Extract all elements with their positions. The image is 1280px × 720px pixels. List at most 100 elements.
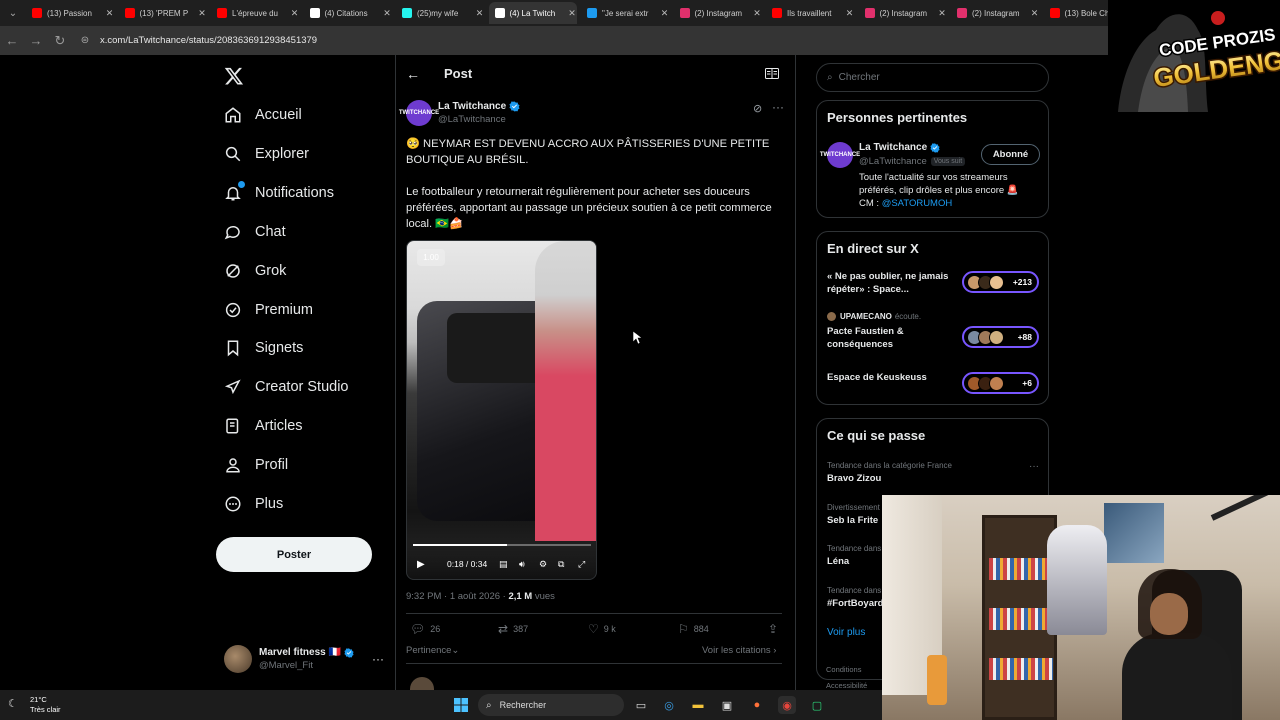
tab-label: (13) Passion: [47, 8, 92, 18]
nav-item-creator-studio[interactable]: Creator Studio: [224, 372, 349, 402]
x-logo-icon[interactable]: [224, 66, 244, 86]
store-icon[interactable]: ▣: [718, 696, 736, 714]
close-icon[interactable]: ✕: [197, 8, 207, 19]
back-arrow-icon[interactable]: ←: [406, 66, 420, 82]
site-info-icon[interactable]: ⊜: [78, 34, 92, 48]
browser-tab[interactable]: (2) Instagram ✕: [674, 2, 763, 24]
play-icon[interactable]: ▶: [417, 559, 425, 570]
post-meta: 9:32 PM · 1 août 2026 · 2,1 M vues: [406, 591, 555, 602]
close-icon[interactable]: ✕: [105, 8, 115, 19]
space-listeners-pill[interactable]: +6: [962, 372, 1039, 394]
repost-button[interactable]: ⇄ 387: [498, 622, 528, 636]
browser-tab[interactable]: (2) Instagram ✕: [951, 2, 1040, 24]
space-item[interactable]: « Ne pas oublier, ne jamais répéter» : S…: [827, 270, 1039, 296]
grok-icon[interactable]: ⊘: [753, 102, 762, 115]
nav-item-plus[interactable]: Plus: [224, 489, 283, 519]
close-icon[interactable]: ✕: [567, 8, 577, 19]
user-name[interactable]: La Twitchance: [859, 142, 927, 153]
trend-item[interactable]: Tendance dans la catégorie France Bravo Z…: [827, 461, 1039, 484]
forward-icon[interactable]: →: [24, 29, 48, 53]
chat-icon: [224, 223, 242, 241]
nav-item-accueil[interactable]: Accueil: [224, 100, 302, 130]
browser-tab[interactable]: (4) Citations ✕: [304, 2, 393, 24]
chrome-icon[interactable]: ◉: [778, 696, 796, 714]
browser-tab[interactable]: (25)my wife ✕: [396, 2, 485, 24]
taskbar-search[interactable]: ⌕ Rechercher: [478, 694, 624, 716]
weather-widget[interactable]: ☾ 21°C Très clair: [8, 695, 61, 715]
playback-speed-badge[interactable]: 1.00: [417, 249, 445, 266]
close-icon[interactable]: ✕: [475, 8, 485, 19]
sort-dropdown[interactable]: Pertinence⌄: [406, 645, 459, 656]
bio-mention-link[interactable]: @SATORUMOH: [882, 198, 953, 209]
moon-icon: ☾: [8, 698, 18, 710]
author-name[interactable]: La Twitchance: [438, 101, 506, 112]
user-handle[interactable]: @LaTwitchance: [859, 156, 927, 167]
close-icon[interactable]: ✕: [937, 8, 947, 19]
task-view-icon[interactable]: ▭: [632, 696, 650, 714]
post-timestamp[interactable]: 9:32 PM · 1 août 2026 ·: [406, 591, 508, 602]
app-icon[interactable]: ▢: [808, 696, 826, 714]
nav-item-notifications[interactable]: Notifications: [224, 178, 334, 208]
nav-item-signets[interactable]: Signets: [224, 333, 303, 363]
cam-shelf: [982, 515, 1057, 720]
nav-item-profil[interactable]: Profil: [224, 450, 288, 480]
bookmark-button[interactable]: ⚐ 884: [678, 622, 709, 636]
more-icon[interactable]: ···: [772, 100, 784, 114]
close-icon[interactable]: ✕: [660, 8, 670, 19]
view-quotes-link[interactable]: Voir les citations ›: [702, 645, 776, 656]
more-icon[interactable]: ···: [372, 652, 384, 666]
browser-tab[interactable]: (4) La Twitch ✕: [488, 2, 577, 24]
close-icon[interactable]: ✕: [290, 8, 300, 19]
close-icon[interactable]: ✕: [382, 8, 392, 19]
fullscreen-icon[interactable]: ⤢: [578, 559, 585, 570]
close-icon[interactable]: ✕: [752, 8, 762, 19]
space-listeners-pill[interactable]: +213: [962, 271, 1039, 293]
nav-item-premium[interactable]: Premium: [224, 295, 313, 325]
author-handle[interactable]: @LaTwitchance: [438, 114, 506, 125]
reply-button[interactable]: 💬︎ 26: [410, 622, 440, 636]
tab-favicon-icon: [309, 8, 320, 18]
search-input[interactable]: ⌕ Chercher: [816, 63, 1049, 92]
video-player[interactable]: 1.00 ▶ 0:18 / 0:34 ▤ 🔊︎ ⚙︎ ⧉ ⤢: [406, 240, 597, 580]
see-more-link[interactable]: Voir plus: [827, 627, 865, 638]
firefox-icon[interactable]: ●: [748, 696, 766, 714]
browser-tab[interactable]: Ils travaillent ✕: [766, 2, 855, 24]
browser-tab[interactable]: L'épreuve du ✕: [211, 2, 300, 24]
edge-icon[interactable]: ◎: [660, 696, 678, 714]
search-icon: ⌕: [486, 699, 492, 711]
nav-item-articles[interactable]: Articles: [224, 411, 303, 441]
browser-tab[interactable]: (13) 'PREM P ✕: [119, 2, 208, 24]
reader-mode-icon[interactable]: [765, 68, 779, 79]
nav-item-grok[interactable]: Grok: [224, 256, 286, 286]
file-explorer-icon[interactable]: ▬: [689, 696, 707, 714]
space-item[interactable]: UPAMECANO écoute. Pacte Faustien & conséqu…: [827, 312, 1039, 351]
settings-icon[interactable]: ⚙︎: [539, 559, 547, 570]
browser-tab[interactable]: (2) Instagram ✕: [859, 2, 948, 24]
pip-icon[interactable]: ⧉: [558, 559, 564, 570]
nav-item-explorer[interactable]: Explorer: [224, 139, 309, 169]
share-button[interactable]: ⇪: [768, 622, 783, 636]
footer-link[interactable]: Conditions: [826, 662, 867, 678]
start-icon[interactable]: [452, 696, 470, 714]
close-icon[interactable]: ✕: [1030, 8, 1040, 19]
captions-icon[interactable]: ▤: [499, 559, 508, 570]
tab-list-icon[interactable]: ⌄: [4, 4, 22, 22]
browser-tab[interactable]: (13) Passion ✕: [26, 2, 115, 24]
close-icon[interactable]: ✕: [845, 8, 855, 19]
space-item[interactable]: Espace de Keuskeuss +6: [827, 371, 1039, 394]
follow-button[interactable]: Abonné: [981, 144, 1040, 165]
back-icon[interactable]: ←: [0, 29, 24, 53]
reload-icon[interactable]: ↻: [48, 29, 72, 53]
space-listeners-pill[interactable]: +88: [962, 326, 1039, 348]
nav-item-chat[interactable]: Chat: [224, 217, 286, 247]
more-icon[interactable]: ···: [1029, 461, 1039, 472]
url-field[interactable]: ⊜ x.com/LaTwitchance/status/208363691293…: [78, 30, 317, 52]
like-button[interactable]: ♡ 9 k: [588, 622, 616, 636]
volume-icon[interactable]: 🔊︎: [519, 559, 525, 570]
account-switcher[interactable]: Marvel fitness 🇫🇷 @Marvel_Fit ···: [224, 643, 384, 675]
video-progress-bar[interactable]: [413, 544, 591, 546]
browser-tab[interactable]: "Je serai extr ✕: [581, 2, 670, 24]
avatar[interactable]: TWITCHANCE: [820, 142, 860, 168]
post-button[interactable]: Poster: [216, 537, 372, 572]
author-avatar[interactable]: TWITCHANCE: [399, 100, 439, 126]
